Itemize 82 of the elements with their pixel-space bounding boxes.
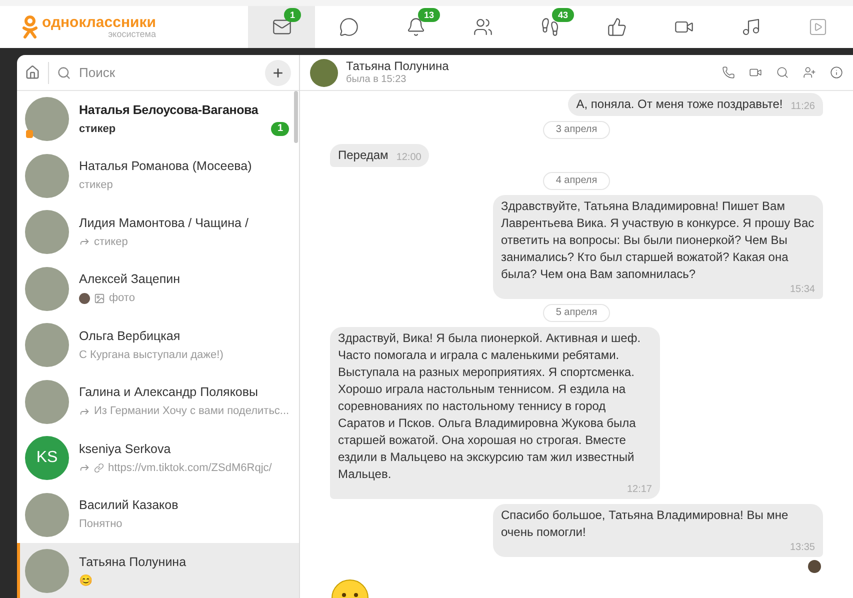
add-user-icon[interactable] xyxy=(803,66,816,79)
message-preview: стикер xyxy=(94,234,128,250)
message-text: Спасибо большое, Татьяна Владимировна! Вы мне очень помогли! xyxy=(501,507,790,541)
chat-item[interactable]: Галина и Александр Поляковы Из Германии Хочу с вами поделитьс... xyxy=(17,374,299,430)
chat-item[interactable]: Татьяна Полунина 😊 xyxy=(17,543,299,598)
contact-name: Лидия Мамонтова / Чащина / xyxy=(79,214,250,230)
avatar-photo-placeholder xyxy=(25,323,69,368)
message-time: 15:34 xyxy=(790,283,815,296)
count-badge: 1 xyxy=(284,8,302,22)
mail-icon xyxy=(272,17,292,37)
chat-item[interactable]: Лидия Мамонтова / Чащина / стикер xyxy=(17,204,299,260)
forward-arrow-icon xyxy=(79,462,90,474)
home-icon[interactable] xyxy=(25,65,40,80)
avatar-photo-placeholder xyxy=(310,58,338,86)
sender-avatar xyxy=(79,292,90,304)
message-preview: https://vm.tiktok.com/ZSdM6Rqjc/ xyxy=(108,460,272,476)
contact-name: kseniya Serkova xyxy=(79,440,172,456)
search-field[interactable]: Поиск xyxy=(79,62,257,82)
scrollbar-thumb[interactable] xyxy=(294,91,298,143)
chat-item[interactable]: Наталья Романова (Мосеева) стикер xyxy=(17,148,299,204)
people-icon xyxy=(472,17,492,37)
chat-item[interactable]: Ольга Вербицкая С Кургана выступали даже!) xyxy=(17,317,299,374)
chat-item[interactable]: Василий Казаков Понятно xyxy=(17,486,299,543)
avatar-photo-placeholder xyxy=(25,549,69,594)
logo-icon xyxy=(22,15,38,39)
search-icon[interactable] xyxy=(776,66,789,79)
message-text: Здравствуйте, Татьяна Владимировна! Пишет Вам Лаврентьева Вика. Я участвую в конкурсе. Я прошу Вас ответить на вопросы: Вы были пионеркой? Чем Вы занимались? Кто был старшей вожатой? Какая она была? Чем она Вам запомнилась? xyxy=(501,198,815,283)
chat-item[interactable]: KS kseniya Serkova https://vm.tiktok.com/ZSdM6Rqjc/ xyxy=(17,430,299,486)
logo-subtitle: экосистема xyxy=(108,30,156,39)
avatar-photo-placeholder xyxy=(25,154,69,198)
phone-icon[interactable] xyxy=(722,66,735,79)
date-chip: 4 апреля xyxy=(542,172,610,190)
contact-name: Наталья Белоусова-Ваганова xyxy=(79,102,260,118)
chat-bubble-icon xyxy=(338,17,358,37)
message-preview: фото xyxy=(109,291,135,306)
contact-name: Галина и Александр Поляковы xyxy=(79,384,260,400)
message-preview: Из Германии Хочу с вами поделитьс... xyxy=(94,404,290,419)
message-time: 13:35 xyxy=(790,541,815,554)
contact-name: Василий Казаков xyxy=(79,497,180,513)
message-text: А, поняла. От меня тоже поздравьте! xyxy=(576,96,783,113)
message-text: Здраствуй, Вика! Я была пионеркой. Активная и шеф. Часто помогала и играла с маленькими ребятами. Выступала на разных мероприятиях. Я спортсменка. Хорошо играла настольным теннисом. Я ездила на соревнованиях по настольному теннису в город Саратов и Псков. Ольга Владимировна Жукова была старшей вожатой. Она хорошая но строгая. Вместе ездили в Мальцево на экскурсию там жил известный Мальцев. xyxy=(338,330,642,483)
footprints-icon xyxy=(540,17,560,37)
contact-name: Ольга Вербицкая xyxy=(79,328,182,344)
image-icon xyxy=(94,292,105,304)
count-badge: 43 xyxy=(552,8,574,22)
chat-title: Татьяна Полунина xyxy=(346,58,450,74)
contact-name: Татьяна Полунина xyxy=(79,554,188,570)
message-time: 12:17 xyxy=(626,483,652,496)
contact-name: Наталья Романова (Мосеева) xyxy=(79,158,253,174)
avatar-photo-placeholder xyxy=(25,380,69,424)
count-badge: 13 xyxy=(418,8,440,22)
thumbs-up-icon xyxy=(606,17,626,37)
avatar-photo-placeholder xyxy=(25,210,69,254)
message-preview: 😊 xyxy=(79,574,93,588)
search-icon xyxy=(57,66,71,80)
info-icon[interactable] xyxy=(830,66,843,79)
date-chip: 3 апреля xyxy=(542,121,610,139)
message-time: 12:00 xyxy=(396,151,422,164)
avatar-photo-placeholder xyxy=(25,97,69,142)
initials-avatar: KS xyxy=(25,436,69,480)
link-icon xyxy=(94,462,104,473)
play-square-icon xyxy=(808,17,828,37)
message-text: Передам xyxy=(338,147,388,164)
chat-item[interactable]: Алексей Зацепин фото xyxy=(17,260,299,317)
message-time: 11:26 xyxy=(790,100,815,113)
avatar-photo-placeholder xyxy=(25,266,69,311)
message-preview: С Кургана выступали даже!) xyxy=(79,348,224,362)
bell-icon xyxy=(406,17,426,37)
date-chip: 5 апреля xyxy=(542,304,610,322)
forward-arrow-icon xyxy=(79,406,90,417)
video-camera-icon[interactable] xyxy=(749,66,762,79)
chat-item[interactable]: Наталья Белоусова-Ваганова стикер 1 xyxy=(17,91,299,148)
message-preview: стикер xyxy=(79,122,116,136)
unread-badge: 1 xyxy=(271,122,289,136)
forward-arrow-icon xyxy=(79,236,90,248)
music-note-icon xyxy=(740,17,760,37)
avatar-photo-placeholder xyxy=(25,492,69,537)
last-seen: была в 15:23 xyxy=(346,74,408,86)
message-preview: Понятно xyxy=(79,517,122,532)
add-button[interactable]: + xyxy=(265,60,291,86)
message-preview: стикер xyxy=(79,178,113,193)
contact-name: Алексей Зацепин xyxy=(79,271,181,287)
